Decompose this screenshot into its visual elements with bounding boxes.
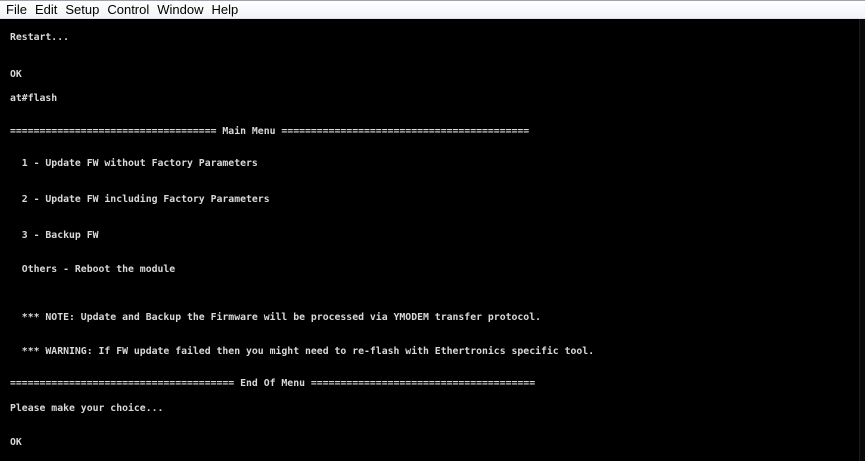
terminal-line-command: at#flash (10, 93, 58, 104)
window-right-edge (859, 19, 865, 461)
menu-help[interactable]: Help (212, 1, 239, 18)
note-line: *** NOTE: Update and Backup the Firmware… (10, 312, 542, 323)
menu-option-1: 1 - Update FW without Factory Parameters (10, 158, 258, 169)
warning-line: *** WARNING: If FW update failed then yo… (10, 346, 595, 357)
terminal-line-ok-final: OK (10, 437, 22, 448)
terminal-line-restart: Restart... (10, 32, 70, 43)
choice-prompt: Please make your choice... (10, 403, 164, 414)
menu-edit[interactable]: Edit (35, 1, 57, 18)
terminal-output[interactable]: Restart... OK at#flash =================… (0, 19, 859, 461)
terminal-line-ok: OK (10, 69, 22, 80)
menu-window[interactable]: Window (157, 1, 203, 18)
menu-setup[interactable]: Setup (65, 1, 99, 18)
terminal-window: File Edit Setup Control Window Help Rest… (0, 0, 865, 461)
menu-footer-line: ====================================== E… (10, 378, 536, 389)
menu-control[interactable]: Control (107, 1, 149, 18)
menu-file[interactable]: File (6, 1, 27, 18)
menu-option-2: 2 - Update FW including Factory Paramete… (10, 194, 270, 205)
menu-header-line: =================================== Main… (10, 126, 530, 137)
menu-option-3: 3 - Backup FW (10, 230, 99, 241)
menu-bar: File Edit Setup Control Window Help (0, 0, 865, 19)
menu-option-others: Others - Reboot the module (10, 264, 176, 275)
